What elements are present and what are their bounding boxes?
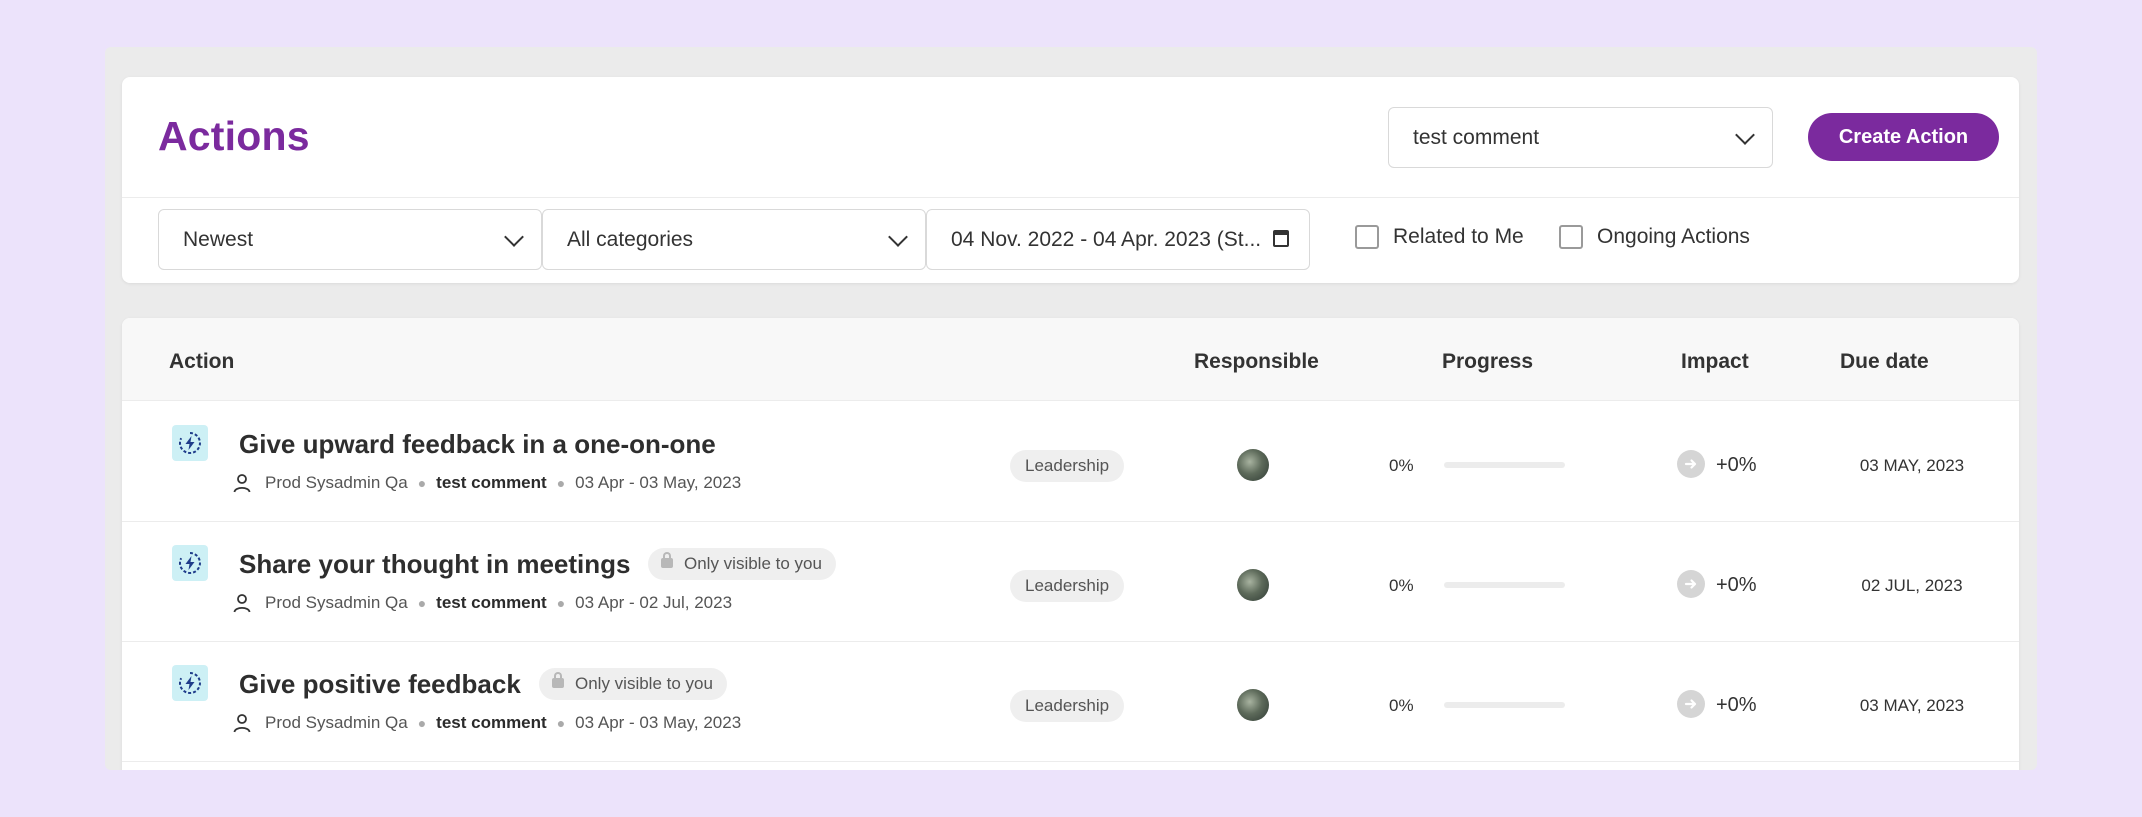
sort-select[interactable]: Newest <box>158 209 542 270</box>
owner-name: Prod Sysadmin Qa <box>265 473 408 492</box>
actions-table: Action Responsible Progress Impact Due d… <box>122 318 2019 770</box>
progress-bar <box>1444 462 1565 468</box>
ongoing-actions-label: Ongoing Actions <box>1597 225 1750 248</box>
table-row[interactable]: Give upward feedback in a one-on-one Pro… <box>122 402 2019 522</box>
visibility-label: Only visible to you <box>684 554 822 573</box>
column-header-action[interactable]: Action <box>169 350 234 374</box>
action-meta: Prod Sysadmin Qa ● test comment ● 03 Apr… <box>231 592 732 614</box>
header-divider <box>122 197 2019 198</box>
sort-value: Newest <box>183 227 254 251</box>
actions-header-card: Actions test comment Create Action Newes… <box>122 77 2019 283</box>
category-tag: Leadership <box>1010 450 1125 482</box>
related-to-me-filter[interactable]: Related to Me <box>1355 225 1524 249</box>
separator-dot: ● <box>556 595 566 611</box>
responsible-avatar[interactable] <box>1237 449 1269 481</box>
action-period: 03 Apr - 03 May, 2023 <box>575 713 742 732</box>
responsible-avatar[interactable] <box>1237 689 1269 721</box>
action-meta: Prod Sysadmin Qa ● test comment ● 03 Apr… <box>231 472 741 494</box>
action-comment: test comment <box>436 713 547 732</box>
lock-icon <box>661 552 673 568</box>
table-header: Action Responsible Progress Impact Due d… <box>122 318 2019 401</box>
chevron-down-icon <box>1735 124 1755 145</box>
related-to-me-label: Related to Me <box>1393 225 1524 248</box>
page-title: Actions <box>158 113 310 159</box>
visibility-label: Only visible to you <box>575 674 713 693</box>
date-range-picker[interactable]: 04 Nov. 2022 - 04 Apr. 2023 (St... <box>926 209 1310 270</box>
due-date: 02 JUL, 2023 <box>1861 576 1963 595</box>
owner-name: Prod Sysadmin Qa <box>265 593 408 612</box>
progress-bar <box>1444 582 1565 588</box>
table-row[interactable]: Give positive feedback Only visible to y… <box>122 642 2019 762</box>
separator-dot: ● <box>417 475 427 491</box>
action-title[interactable]: Share your thought in meetings <box>239 549 630 580</box>
owner-name: Prod Sysadmin Qa <box>265 713 408 732</box>
arrow-right-circle-icon <box>1677 450 1705 478</box>
lightning-cycle-icon <box>172 545 208 581</box>
category-tag: Leadership <box>1010 570 1125 602</box>
impact-value: +0% <box>1716 694 1757 716</box>
person-icon <box>233 474 251 493</box>
action-period: 03 Apr - 02 Jul, 2023 <box>575 593 733 612</box>
separator-dot: ● <box>417 595 427 611</box>
ongoing-actions-filter[interactable]: Ongoing Actions <box>1559 225 1750 249</box>
arrow-right-circle-icon <box>1677 690 1705 718</box>
column-header-progress[interactable]: Progress <box>1442 350 1533 374</box>
action-comment: test comment <box>436 473 547 492</box>
lightning-cycle-icon <box>172 425 208 461</box>
related-to-me-checkbox[interactable] <box>1355 225 1379 249</box>
chevron-down-icon <box>504 226 524 247</box>
action-title[interactable]: Give positive feedback <box>239 669 521 700</box>
progress-percent: 0% <box>1389 456 1414 475</box>
progress-bar <box>1444 702 1565 708</box>
column-header-due-date[interactable]: Due date <box>1840 350 1929 374</box>
visibility-badge: Only visible to you <box>648 548 836 580</box>
impact-value: +0% <box>1716 454 1757 476</box>
separator-dot: ● <box>556 715 566 731</box>
date-range-value: 04 Nov. 2022 - 04 Apr. 2023 (St... <box>951 227 1262 251</box>
action-period: 03 Apr - 03 May, 2023 <box>575 473 742 492</box>
table-row[interactable]: Share your thought in meetings Only visi… <box>122 522 2019 642</box>
action-comment: test comment <box>436 593 547 612</box>
comment-filter-select[interactable]: test comment <box>1388 107 1773 168</box>
visibility-badge: Only visible to you <box>539 668 727 700</box>
chevron-down-icon <box>888 226 908 247</box>
separator-dot: ● <box>556 475 566 491</box>
arrow-right-circle-icon <box>1677 570 1705 598</box>
action-title[interactable]: Give upward feedback in a one-on-one <box>239 429 716 460</box>
impact-value: +0% <box>1716 574 1757 596</box>
category-select[interactable]: All categories <box>542 209 926 270</box>
create-action-button[interactable]: Create Action <box>1808 113 1999 161</box>
due-date: 03 MAY, 2023 <box>1859 696 1965 715</box>
person-icon <box>233 714 251 733</box>
due-date: 03 MAY, 2023 <box>1859 456 1965 475</box>
column-header-impact[interactable]: Impact <box>1681 350 1749 374</box>
lock-icon <box>552 672 564 688</box>
actions-page: Actions test comment Create Action Newes… <box>105 47 2037 770</box>
separator-dot: ● <box>417 715 427 731</box>
category-tag: Leadership <box>1010 690 1125 722</box>
comment-filter-value: test comment <box>1413 125 1540 149</box>
category-value: All categories <box>567 227 694 251</box>
progress-percent: 0% <box>1389 696 1414 715</box>
ongoing-actions-checkbox[interactable] <box>1559 225 1583 249</box>
lightning-cycle-icon <box>172 665 208 701</box>
action-meta: Prod Sysadmin Qa ● test comment ● 03 Apr… <box>231 712 741 734</box>
calendar-icon <box>1273 230 1289 247</box>
column-header-responsible[interactable]: Responsible <box>1194 350 1319 374</box>
responsible-avatar[interactable] <box>1237 569 1269 601</box>
progress-percent: 0% <box>1389 576 1414 595</box>
person-icon <box>233 594 251 613</box>
